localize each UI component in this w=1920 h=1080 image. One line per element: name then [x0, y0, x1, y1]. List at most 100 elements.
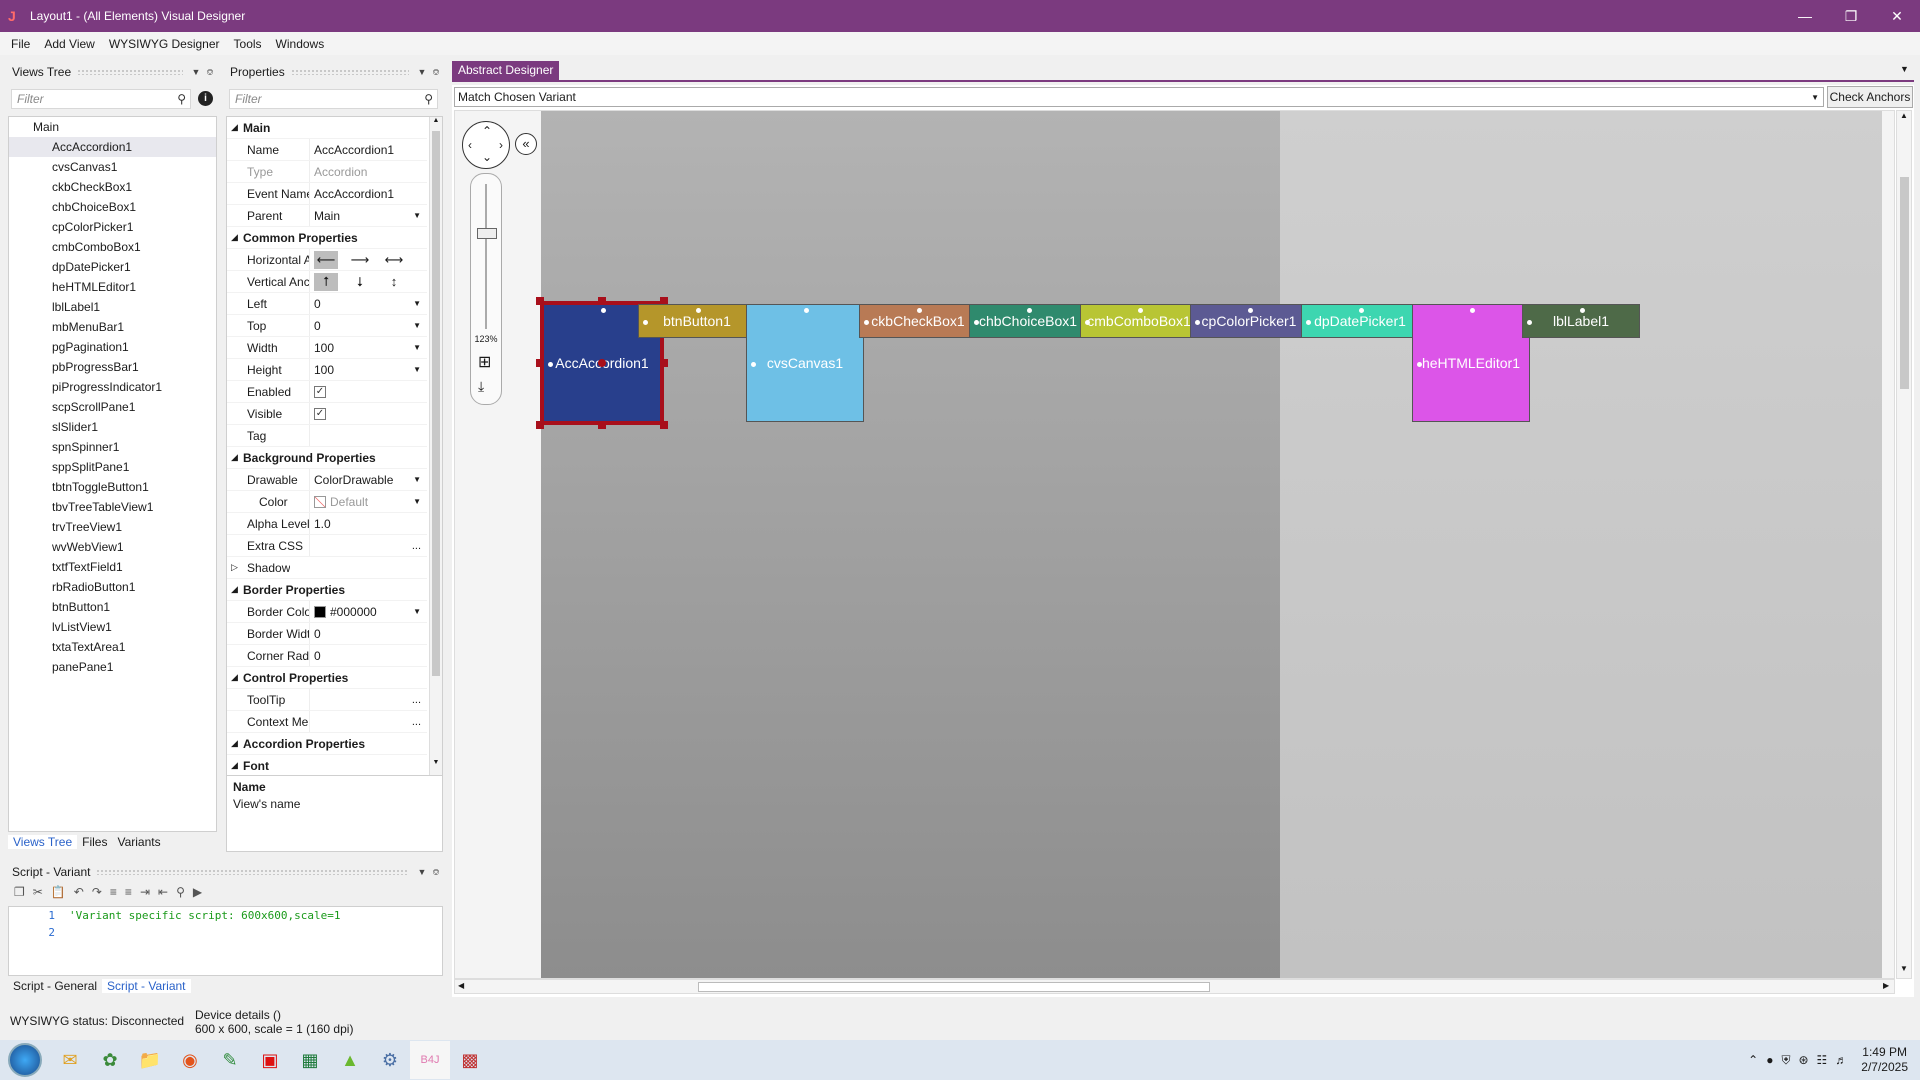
tree-item[interactable]: scpScrollPane1 [9, 397, 216, 417]
property-value[interactable]: 0 ▼ [309, 315, 427, 336]
property-row[interactable]: Corner Radius 0 [227, 645, 427, 667]
tree-item[interactable]: lvListView1 [9, 617, 216, 637]
checkbox[interactable]: ✓ [314, 385, 326, 398]
android-icon[interactable]: ▲ [330, 1041, 370, 1079]
designer-view[interactable]: cmbComboBox1 [1080, 304, 1198, 338]
collapse-icon[interactable]: ◢ [227, 452, 239, 463]
tree-item[interactable]: trvTreeView1 [9, 517, 216, 537]
restore-button[interactable]: ❐ [1828, 0, 1874, 32]
tab-abstract-designer[interactable]: Abstract Designer [452, 61, 560, 80]
ellipsis-button[interactable]: ... [412, 694, 421, 706]
chevron-down-icon[interactable]: ▼ [413, 343, 421, 352]
mail-icon[interactable]: ✉ [50, 1041, 90, 1079]
menu-tools[interactable]: Tools [227, 37, 269, 51]
tree-item[interactable]: cpColorPicker1 [9, 217, 216, 237]
property-value[interactable]: 0 [309, 623, 427, 644]
gear-app-icon[interactable]: ⚙ [370, 1041, 410, 1079]
shield-icon[interactable]: ⛨ [1781, 1053, 1790, 1068]
property-value[interactable]: Default ▼ [309, 491, 427, 512]
tree-item[interactable]: btnButton1 [9, 597, 216, 617]
resize-handle[interactable] [536, 297, 544, 305]
property-row[interactable]: Width 100 ▼ [227, 337, 427, 359]
tree-item[interactable]: txtfTextField1 [9, 557, 216, 577]
vertical-scroll-thumb[interactable] [1900, 177, 1909, 389]
resize-handle[interactable] [660, 421, 668, 429]
vertical-scrollbar[interactable]: ▲ ▼ [1896, 110, 1912, 979]
property-value[interactable]: ... [309, 689, 427, 710]
designer-view[interactable]: lblLabel1 [1522, 304, 1640, 338]
pin-icon[interactable]: ⎊ [203, 67, 217, 78]
dropdown-icon[interactable]: ▼ [189, 67, 203, 77]
property-row[interactable]: Vertical Anc... ⭡ ⭣ ↕ [227, 271, 427, 293]
property-value[interactable]: 1.0 [309, 513, 427, 534]
tree-item[interactable]: AccAccordion1 [9, 137, 216, 157]
paste-icon[interactable]: 📋 [51, 885, 66, 903]
close-button[interactable]: ✕ [1874, 0, 1920, 32]
property-row[interactable]: Drawable ColorDrawable ▼ [227, 469, 427, 491]
undo-icon[interactable]: ↶ [74, 885, 84, 903]
firefox-icon[interactable]: ◉ [170, 1041, 210, 1079]
collapse-icon[interactable]: « [515, 133, 537, 155]
resize-handle[interactable] [598, 421, 606, 429]
anchor-option-icon[interactable]: ⭡ [314, 272, 338, 291]
property-value[interactable]: 0 ▼ [309, 293, 427, 314]
tree-item[interactable]: spnSpinner1 [9, 437, 216, 457]
clock[interactable]: 1:49 PM 2/7/2025 [1861, 1045, 1908, 1075]
property-value[interactable] [309, 425, 427, 446]
tree-item[interactable]: pbProgressBar1 [9, 357, 216, 377]
bluetooth-icon[interactable]: ⊛ [1798, 1053, 1808, 1067]
tree-item[interactable]: dpDatePicker1 [9, 257, 216, 277]
network-icon[interactable]: ☷ [1817, 1053, 1828, 1067]
property-row[interactable]: Enabled ✓ [227, 381, 427, 403]
property-value[interactable]: 100 ▼ [309, 337, 427, 358]
collapse-icon[interactable]: ◢ [227, 760, 239, 771]
find-icon[interactable]: ⚲ [176, 885, 185, 903]
tree-item[interactable]: cmbComboBox1 [9, 237, 216, 257]
property-section[interactable]: ◢ Background Properties [227, 447, 427, 469]
property-row[interactable]: Tag [227, 425, 427, 447]
resize-handle[interactable] [598, 359, 606, 367]
chevron-up-icon[interactable]: ⌃ [1748, 1053, 1758, 1067]
resize-handle[interactable] [536, 359, 544, 367]
chevron-down-icon[interactable]: ▼ [413, 211, 421, 220]
excel-icon[interactable]: ▦ [290, 1041, 330, 1079]
tray-app-icon[interactable]: ● [1766, 1053, 1773, 1067]
copy-icon[interactable]: ❐ [14, 885, 25, 903]
designer-view[interactable]: dpDatePicker1 [1301, 304, 1419, 338]
views-filter-input[interactable]: Filter ⚲ [11, 89, 191, 109]
redo-icon[interactable]: ↷ [92, 885, 102, 903]
property-value[interactable]: ... [309, 535, 427, 556]
collapse-icon[interactable]: ◢ [227, 584, 239, 595]
tree-item[interactable]: chbChoiceBox1 [9, 197, 216, 217]
ellipsis-button[interactable]: ... [412, 716, 421, 728]
menu-add-view[interactable]: Add View [37, 37, 101, 51]
designer-view[interactable]: cpColorPicker1 [1190, 304, 1308, 338]
fit-icon[interactable]: ⊞ [478, 352, 491, 372]
tab-variants[interactable]: Variants [112, 835, 165, 849]
menu-windows[interactable]: Windows [269, 37, 332, 51]
anchor-option-icon[interactable]: ⟵ [314, 250, 338, 269]
menu-file[interactable]: File [4, 37, 37, 51]
menu-wysiwyg-designer[interactable]: WYSIWYG Designer [102, 37, 227, 51]
collapse-icon[interactable]: ◢ [227, 232, 239, 243]
pin-icon[interactable]: ⎊ [429, 867, 443, 878]
expand-icon[interactable]: ▷ [227, 562, 239, 573]
tab-files[interactable]: Files [77, 835, 112, 849]
tree-item[interactable]: slSlider1 [9, 417, 216, 437]
designer-view[interactable]: heHTMLEditor1 [1412, 304, 1530, 422]
dropdown-icon[interactable]: ▼ [415, 67, 429, 77]
designer-view[interactable]: btnButton1 [638, 304, 756, 338]
tree-item[interactable]: panePane1 [9, 657, 216, 677]
run-icon[interactable]: ▶ [193, 885, 202, 903]
chevron-down-icon[interactable]: ▼ [413, 475, 421, 484]
resize-handle[interactable] [598, 297, 606, 305]
tab-script-variant[interactable]: Script - Variant [102, 979, 191, 993]
property-value[interactable]: ✓ [309, 403, 427, 424]
uncomment-icon[interactable]: ≡ [125, 885, 132, 903]
script-editor[interactable]: 1 'Variant specific script: 600x600,scal… [8, 906, 443, 976]
tree-item[interactable]: wvWebView1 [9, 537, 216, 557]
property-value[interactable]: #000000 ▼ [309, 601, 427, 622]
properties-filter-input[interactable]: Filter ⚲ [229, 89, 438, 109]
checkbox[interactable]: ✓ [314, 407, 326, 420]
anchor-option-icon[interactable]: ⭣ [348, 273, 372, 291]
